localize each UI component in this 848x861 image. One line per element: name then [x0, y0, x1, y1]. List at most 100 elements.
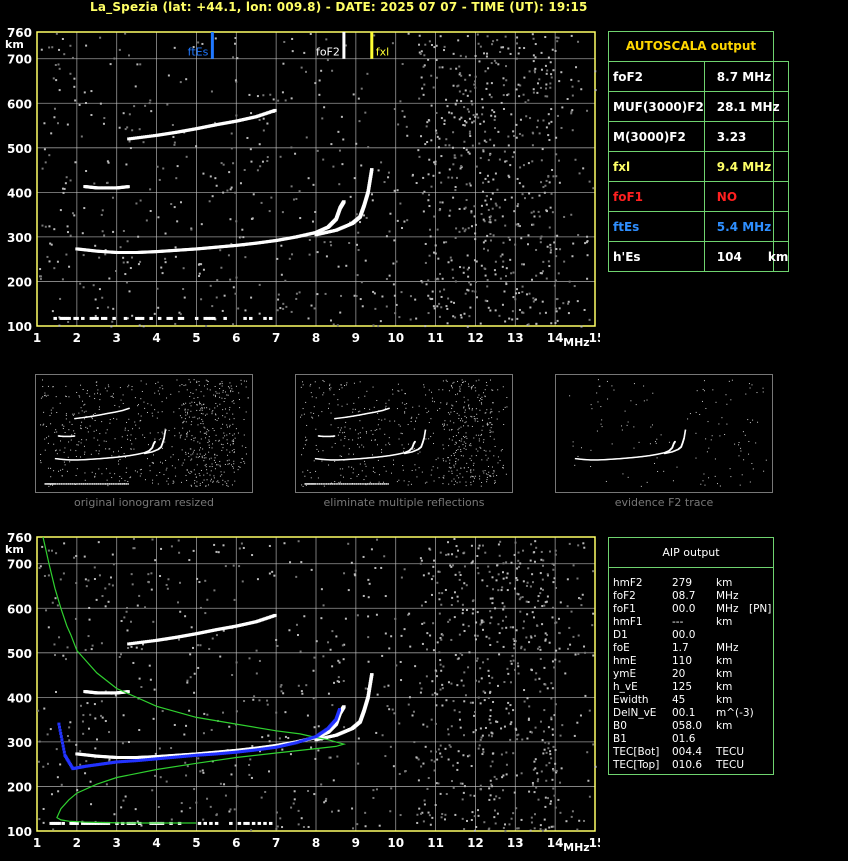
noise-dot — [502, 260, 505, 263]
noise-dot — [588, 318, 591, 321]
noise-dot — [531, 611, 534, 614]
thumb-noise-dot — [240, 379, 242, 381]
thumb-noise-dot — [463, 396, 465, 398]
noise-dot — [545, 83, 548, 86]
noise-dot — [446, 307, 449, 310]
noise-dot — [102, 122, 105, 125]
thumb-noise-dot — [481, 403, 483, 405]
noise-dot — [509, 681, 512, 684]
noise-dot — [159, 574, 162, 577]
thumb-noise-dot — [300, 386, 302, 388]
noise-dot — [120, 653, 123, 656]
noise-dot — [150, 588, 153, 591]
noise-dot — [68, 726, 71, 729]
thumb-noise-dot — [140, 415, 142, 417]
noise-dot — [185, 774, 188, 777]
thumb-noise-dot — [172, 480, 174, 482]
thumb-noise-dot — [161, 385, 163, 387]
thumb-noise-dot — [430, 474, 432, 476]
thumb-noise-dot — [358, 397, 360, 399]
thumb-noise-dot — [456, 412, 458, 414]
thumb-noise-dot — [322, 394, 324, 396]
noise-dot — [103, 234, 106, 237]
thumb-noise-dot — [505, 473, 507, 475]
noise-dot — [570, 213, 573, 216]
noise-dot — [468, 117, 471, 120]
thumb-noise-dot — [191, 401, 193, 403]
noise-dot — [430, 43, 433, 46]
thumb-noise-dot — [196, 453, 198, 455]
thumb-trace-point — [379, 483, 382, 485]
noise-dot — [445, 241, 448, 244]
thumb-noise-dot — [378, 474, 380, 476]
noise-dot — [555, 36, 558, 39]
thumb-noise-dot — [95, 473, 97, 475]
thumb-noise-dot — [392, 389, 394, 391]
noise-dot — [494, 822, 497, 825]
thumb-noise-dot — [465, 432, 467, 434]
thumb-noise-dot — [196, 404, 198, 406]
thumb-noise-dot — [428, 410, 430, 412]
noise-dot — [483, 699, 486, 702]
thumb-noise-dot — [186, 433, 188, 435]
thumb-noise-dot — [443, 460, 445, 462]
thumb-noise-dot — [480, 447, 482, 449]
noise-dot — [480, 264, 483, 267]
noise-dot — [496, 812, 499, 815]
noise-dot — [330, 244, 333, 247]
noise-dot — [484, 177, 487, 180]
thumb-noise-dot — [466, 437, 468, 439]
thumb-noise-dot — [223, 401, 225, 403]
thumb-noise-dot — [197, 441, 199, 443]
noise-dot — [66, 231, 69, 234]
thumb-noise-dot — [374, 429, 376, 431]
noise-dot — [434, 163, 437, 166]
noise-dot — [475, 659, 478, 662]
noise-dot — [543, 666, 546, 669]
noise-dot — [515, 223, 518, 226]
noise-dot — [284, 735, 287, 738]
noise-dot — [213, 589, 216, 592]
noise-dot — [456, 768, 459, 771]
noise-dot — [291, 37, 294, 40]
noise-dot — [460, 74, 463, 77]
noise-dot — [557, 272, 560, 275]
noise-dot — [555, 279, 558, 282]
noise-dot — [144, 606, 147, 609]
autoscala-value: 9.4 MHz — [703, 151, 790, 182]
thumb-noise-dot — [473, 469, 475, 471]
noise-dot — [428, 40, 431, 43]
noise-dot — [427, 312, 430, 315]
thumb-noise-dot — [142, 434, 144, 436]
noise-dot — [236, 785, 239, 788]
noise-dot — [582, 167, 585, 170]
noise-dot — [550, 192, 553, 195]
noise-dot — [527, 99, 530, 102]
noise-dot — [489, 622, 492, 625]
noise-dot — [419, 682, 422, 685]
noise-dot — [38, 740, 41, 743]
x-tick-label: 6 — [232, 331, 240, 345]
noise-dot — [109, 63, 112, 66]
thumb-noise-dot — [203, 385, 205, 387]
noise-dot — [50, 793, 53, 796]
noise-dot — [552, 745, 555, 748]
thumb-noise-dot — [132, 428, 134, 430]
noise-dot — [530, 816, 533, 819]
thumb-noise-dot — [59, 402, 61, 404]
thumb-noise-dot — [492, 431, 494, 433]
thumb-noise-dot — [470, 415, 472, 417]
thumb-trace-point — [376, 483, 378, 485]
thumb-noise-dot — [174, 467, 176, 469]
noise-dot — [461, 612, 464, 615]
thumb-noise-dot — [323, 381, 325, 383]
noise-dot — [379, 320, 382, 323]
thumb-noise-dot — [755, 442, 757, 444]
thumb-noise-dot — [65, 413, 67, 415]
noise-dot — [438, 171, 441, 174]
noise-dot — [202, 771, 205, 774]
thumb-noise-dot — [450, 455, 452, 457]
thumb-noise-dot — [487, 457, 489, 459]
thumb-noise-dot — [373, 406, 375, 408]
thumb-noise-dot — [389, 444, 391, 446]
